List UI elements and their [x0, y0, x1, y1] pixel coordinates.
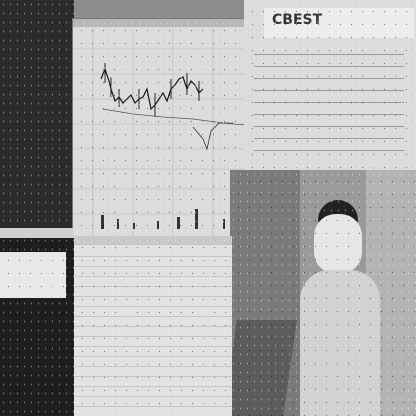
left-label-strip — [0, 228, 74, 238]
price-chart — [73, 29, 245, 237]
right-quote-panel: CBEST — [244, 0, 416, 170]
quote-table — [254, 44, 404, 164]
brand-logo: CBEST — [272, 12, 323, 28]
stock-chart-window — [72, 18, 246, 238]
streamer-photo — [230, 170, 416, 416]
person-silhouette — [300, 200, 380, 416]
left-info-panel — [0, 0, 74, 240]
left-banner — [0, 236, 74, 416]
bottom-edge-label — [0, 404, 416, 416]
stock-list-table — [74, 236, 232, 416]
